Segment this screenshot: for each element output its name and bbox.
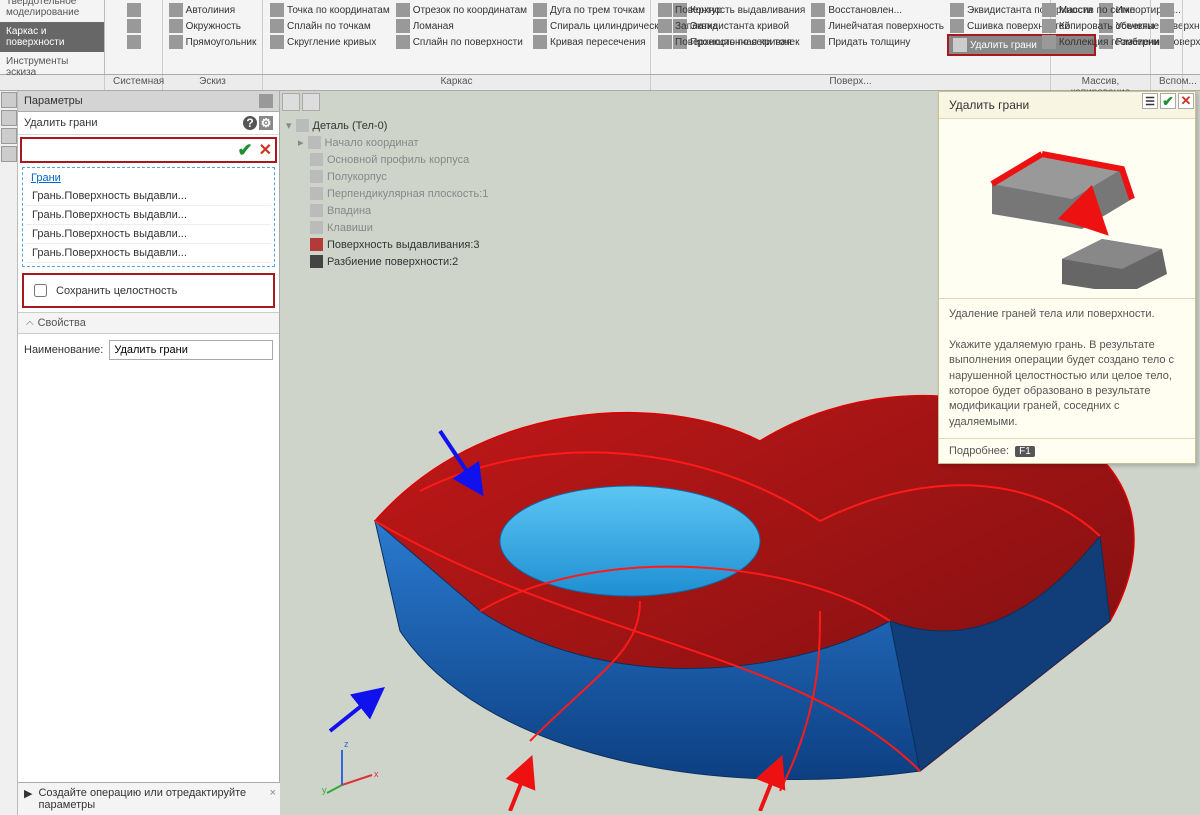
- side-tab-4[interactable]: [1, 146, 17, 162]
- properties-panel: Параметры Удалить грани ? ⚙ ✔ ✕ Грани Гр…: [18, 91, 280, 815]
- tab-solid[interactable]: Твердотельное моделирование: [0, 0, 104, 22]
- faces-list[interactable]: Грань.Поверхность выдавли... Грань.Повер…: [25, 186, 272, 264]
- panel-title-bar: Параметры: [18, 91, 279, 112]
- group-frame: Точка по координатам Сплайн по точкам Ск…: [263, 0, 651, 74]
- tab-sketch-tools[interactable]: Инструменты эскиза: [0, 52, 104, 82]
- face-row[interactable]: Грань.Поверхность выдавли...: [26, 187, 271, 206]
- apply-button[interactable]: ✔: [235, 140, 256, 161]
- btn-patch[interactable]: Заплатка: [655, 18, 808, 34]
- btn-pt-grid[interactable]: Поверхность по сети точек: [655, 34, 808, 50]
- btn-polyline[interactable]: Ломаная: [393, 18, 530, 34]
- btn-geom-coll[interactable]: Коллекция геометрии: [1039, 34, 1162, 50]
- faces-tab[interactable]: Грани: [31, 172, 61, 184]
- tooltip-image: [939, 119, 1195, 299]
- op-name: Удалить грани: [24, 117, 98, 129]
- group-sketch: Автолиния Окружность Прямоугольник: [163, 0, 263, 74]
- btn-curve-round[interactable]: Скругление кривых: [267, 34, 393, 50]
- btn-autoline[interactable]: Автолиния: [166, 2, 260, 18]
- btn-pt-coord[interactable]: Точка по координатам: [267, 2, 393, 18]
- tab-wireframe[interactable]: Каркас и поверхности: [0, 22, 104, 52]
- tooltip-body: Удаление граней тела или поверхности. Ук…: [939, 299, 1195, 438]
- svg-text:x: x: [374, 769, 379, 779]
- btn-arc3[interactable]: Дуга по трем точкам: [530, 2, 670, 18]
- tooltip: Удалить грани Удален: [938, 91, 1196, 464]
- btn-restore[interactable]: Восстановлен...: [808, 2, 947, 18]
- btn-intersect[interactable]: Кривая пересечения: [530, 34, 670, 50]
- group-array: Массив по сетке Копировать объекты Колле…: [1051, 0, 1151, 74]
- btn-thick[interactable]: Придать толщину: [808, 34, 947, 50]
- operation-header: Удалить грани ? ⚙: [18, 112, 279, 135]
- panel-cog-icon[interactable]: ⚙: [259, 116, 273, 130]
- svg-text:y: y: [322, 785, 327, 795]
- open-icon: [127, 19, 141, 33]
- btn-grid-array[interactable]: Массив по сетке: [1039, 2, 1162, 18]
- cancel-button[interactable]: ✕: [256, 140, 275, 160]
- aux-2[interactable]: [1157, 18, 1177, 34]
- group-system: [105, 0, 163, 74]
- viewport-ctx-icon[interactable]: ☰: [1142, 93, 1158, 109]
- aux-1[interactable]: [1157, 2, 1177, 18]
- name-input[interactable]: [109, 340, 273, 360]
- mode-tabs: Твердотельное моделирование Каркас и пов…: [0, 0, 105, 74]
- svg-text:z: z: [344, 739, 349, 749]
- side-tab-2[interactable]: [1, 110, 17, 126]
- sys-btn-new[interactable]: [124, 2, 144, 18]
- panel-title: Параметры: [24, 95, 83, 107]
- f1-key: F1: [1015, 446, 1035, 457]
- btn-circle[interactable]: Окружность: [166, 18, 260, 34]
- side-tab-3[interactable]: [1, 128, 17, 144]
- btn-spline-pt[interactable]: Сплайн по точкам: [267, 18, 393, 34]
- side-tab-1[interactable]: [1, 92, 17, 108]
- btn-extr-surf[interactable]: Поверхность выдавливания: [655, 2, 808, 18]
- ribbon-labels: Системная Эскиз Каркас Поверх... Массив,…: [0, 75, 1200, 91]
- gear-icon[interactable]: [259, 94, 273, 108]
- btn-rect[interactable]: Прямоугольник: [166, 34, 260, 50]
- status-bar: ▶ Создайте операцию или отредактируйте п…: [18, 782, 280, 815]
- sys-btn-open[interactable]: [124, 18, 144, 34]
- btn-spline-surf[interactable]: Сплайн по поверхности: [393, 34, 530, 50]
- group-surface: Поверхность выдавливания Заплатка Поверх…: [651, 0, 1051, 74]
- group-aux: [1151, 0, 1183, 74]
- viewport-accept: ☰ ✔ ✕: [1142, 93, 1194, 109]
- status-close[interactable]: ×: [270, 787, 276, 799]
- face-row[interactable]: Грань.Поверхность выдавли...: [26, 244, 271, 263]
- side-tab-strip: [0, 91, 18, 815]
- help-icon[interactable]: ?: [243, 116, 257, 130]
- properties-section[interactable]: Свойства: [18, 312, 279, 334]
- integrity-checkbox[interactable]: [34, 284, 47, 297]
- sys-btn-save[interactable]: [124, 34, 144, 50]
- btn-seg-coord[interactable]: Отрезок по координатам: [393, 2, 530, 18]
- name-label: Наименование:: [24, 344, 103, 356]
- btn-spiral[interactable]: Спираль цилиндрическ...: [530, 18, 670, 34]
- faces-box: Грани Грань.Поверхность выдавли... Грань…: [22, 167, 275, 267]
- viewport-cancel[interactable]: ✕: [1178, 93, 1194, 109]
- face-row[interactable]: Грань.Поверхность выдавли...: [26, 225, 271, 244]
- btn-ruled[interactable]: Линейчатая поверхность: [808, 18, 947, 34]
- face-row[interactable]: Грань.Поверхность выдавли...: [26, 206, 271, 225]
- status-icon: ▶: [24, 787, 32, 800]
- viewport-3d[interactable]: ☰ ✔ ✕ ▾Деталь (Тел-0) ▸Начало координат …: [280, 91, 1200, 815]
- axes-gizmo[interactable]: x y z: [322, 735, 382, 795]
- btn-copy[interactable]: Копировать объекты: [1039, 18, 1162, 34]
- integrity-box: Сохранить целостность: [22, 273, 275, 308]
- doc-icon: [127, 3, 141, 17]
- save-icon: [127, 35, 141, 49]
- aux-3[interactable]: [1157, 34, 1177, 50]
- viewport-apply[interactable]: ✔: [1160, 93, 1176, 109]
- status-text: Создайте операцию или отредактируйте пар…: [38, 787, 274, 811]
- integrity-label: Сохранить целостность: [56, 285, 177, 297]
- tooltip-footer: Подробнее: F1: [939, 438, 1195, 463]
- accept-bar: ✔ ✕: [20, 137, 277, 163]
